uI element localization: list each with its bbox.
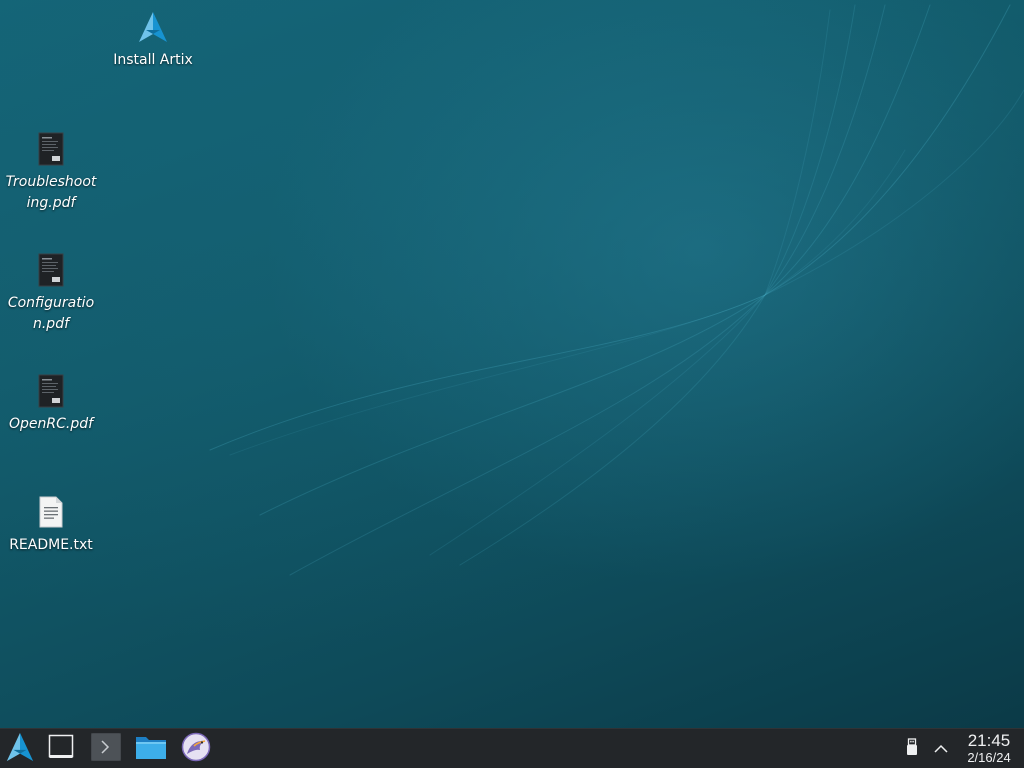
pdf-document-icon <box>34 251 68 289</box>
desktop-background[interactable]: Install Artix Troubleshooting.pdf Config… <box>0 0 1024 728</box>
desktop-icon-label: README.txt <box>9 537 93 553</box>
clock-date: 2/16/24 <box>967 750 1011 765</box>
taskbar: 21:45 2/16/24 <box>0 728 1024 768</box>
terminal-button[interactable] <box>88 729 124 768</box>
desktop-icon-openrc-pdf[interactable]: OpenRC.pdf <box>5 372 97 435</box>
application-launcher-button[interactable] <box>0 729 40 768</box>
pdf-document-icon <box>34 372 68 410</box>
desktop-icon-label: Install Artix <box>113 52 193 68</box>
tray-expand-button[interactable] <box>930 729 952 768</box>
show-desktop-icon <box>48 734 74 764</box>
terminal-icon <box>90 732 122 765</box>
usb-device-icon <box>905 737 919 760</box>
file-manager-icon <box>135 733 167 765</box>
web-browser-icon <box>181 732 211 766</box>
artix-logo-icon <box>136 8 170 46</box>
clock-time: 21:45 <box>967 731 1011 750</box>
artix-logo-icon <box>4 731 36 767</box>
web-browser-button[interactable] <box>178 729 214 768</box>
desktop-icon-label: Troubleshooting.pdf <box>5 174 97 211</box>
wallpaper-curves <box>209 4 1024 576</box>
desktop-icon-readme-txt[interactable]: README.txt <box>5 493 97 556</box>
desktop-icon-troubleshooting-pdf[interactable]: Troubleshooting.pdf <box>5 130 97 214</box>
desktop-icon-label: OpenRC.pdf <box>8 416 94 432</box>
file-manager-button[interactable] <box>132 729 170 768</box>
text-document-icon <box>34 493 68 531</box>
desktop-icon-install-artix[interactable]: Install Artix <box>107 8 199 71</box>
desktop-icon-configuration-pdf[interactable]: Configuration.pdf <box>5 251 97 335</box>
tray-usb-device-button[interactable] <box>900 729 924 768</box>
show-desktop-button[interactable] <box>44 729 78 768</box>
digital-clock[interactable]: 21:45 2/16/24 <box>958 729 1020 768</box>
chevron-up-icon <box>933 739 949 758</box>
pdf-document-icon <box>34 130 68 168</box>
desktop-icon-label: Configuration.pdf <box>7 295 95 332</box>
